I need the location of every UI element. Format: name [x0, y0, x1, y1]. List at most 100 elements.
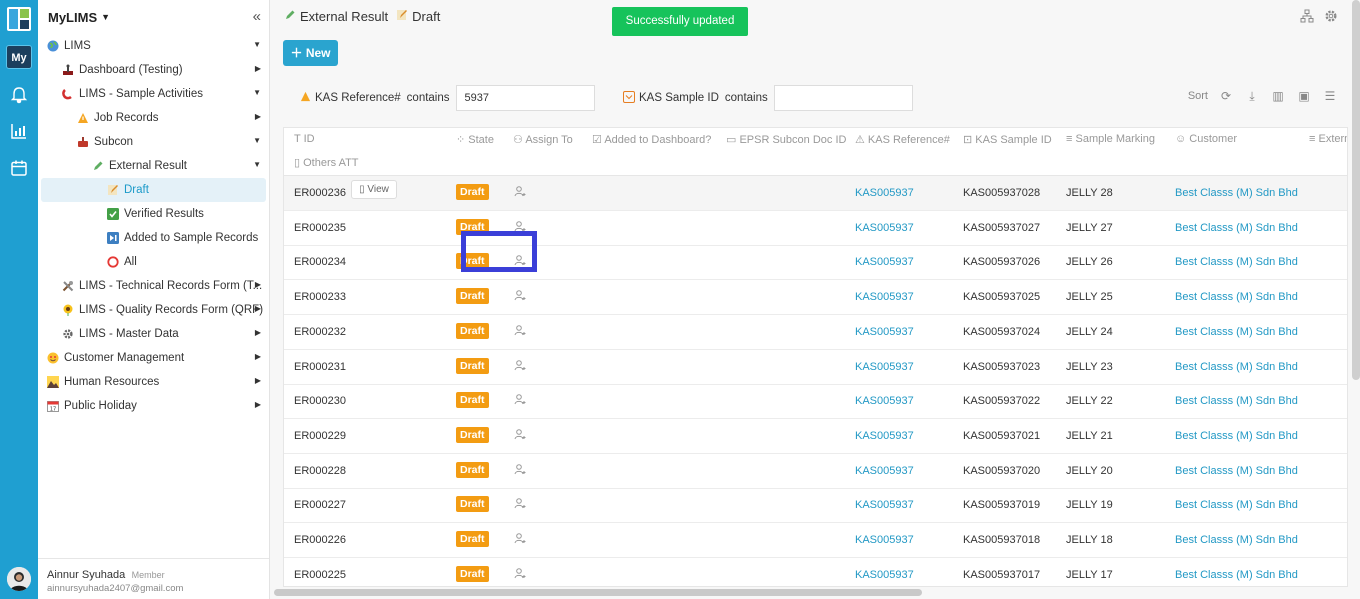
assign-user-icon[interactable]: [514, 289, 526, 301]
customer-link[interactable]: Best Classs (M) Sdn Bhd: [1175, 499, 1298, 511]
sidebar-item-all[interactable]: All: [38, 250, 269, 274]
kas-reference-link[interactable]: KAS005937: [855, 395, 914, 407]
table-row[interactable]: ER000234 Draft KAS005937 KAS005937026 JELLY …: [284, 245, 1347, 281]
table-row[interactable]: ER000228 Draft KAS005937 KAS005937020 JELLY …: [284, 454, 1347, 489]
kas-reference-link[interactable]: KAS005937: [855, 534, 914, 546]
download-icon[interactable]: ⤓: [1244, 89, 1260, 103]
column-header-kas-sample-id[interactable]: ⊡ KAS Sample ID: [963, 133, 1052, 146]
sidebar-item-dashboard-testing[interactable]: Dashboard (Testing) ▶: [38, 58, 269, 82]
sidebar-item-human-resources[interactable]: Human Resources ▶: [38, 370, 269, 394]
customer-link[interactable]: Best Classs (M) Sdn Bhd: [1175, 361, 1298, 373]
column-header-assign-to[interactable]: ⚇ Assign To: [513, 133, 573, 146]
sidebar-item-technical-records[interactable]: LIMS - Technical Records Form (T... ▶: [38, 274, 269, 298]
customer-link[interactable]: Best Classs (M) Sdn Bhd: [1175, 534, 1298, 546]
sidebar-item-draft[interactable]: Draft: [41, 178, 266, 202]
table-row[interactable]: ER000229 Draft KAS005937 KAS005937021 JELLY …: [284, 419, 1347, 454]
sidebar-item-quality-records[interactable]: LIMS - Quality Records Form (QRF) ▶: [38, 298, 269, 322]
customer-link[interactable]: Best Classs (M) Sdn Bhd: [1175, 569, 1298, 581]
customer-link[interactable]: Best Classs (M) Sdn Bhd: [1175, 465, 1298, 477]
sidebar-item-sample-activities[interactable]: LIMS - Sample Activities ▼: [38, 82, 269, 106]
column-header-others-att[interactable]: ▯ Others ATT: [294, 156, 359, 169]
filter-operator[interactable]: contains: [725, 92, 768, 104]
assign-user-icon[interactable]: [514, 220, 526, 232]
customer-link[interactable]: Best Classs (M) Sdn Bhd: [1175, 222, 1298, 234]
table-row[interactable]: ER000231 Draft KAS005937 KAS005937023 JELLY …: [284, 350, 1347, 385]
column-header-customer[interactable]: ☺ Customer: [1175, 133, 1237, 145]
column-header-added-to-dashboard[interactable]: ☑ Added to Dashboard?: [592, 133, 711, 146]
table-row[interactable]: ER000233 Draft KAS005937 KAS005937025 JELLY …: [284, 280, 1347, 316]
kas-reference-input[interactable]: 5937: [455, 85, 595, 111]
table-row[interactable]: ER000235 Draft KAS005937 KAS005937027 JELLY …: [284, 211, 1347, 246]
settings-gear-icon[interactable]: [1324, 9, 1338, 26]
assign-user-icon[interactable]: [514, 185, 526, 197]
sidebar-item-external-result[interactable]: External Result ▼: [38, 154, 269, 178]
column-header-sample-marking[interactable]: ≡ Sample Marking: [1066, 133, 1155, 145]
app-switcher[interactable]: MyLIMS ▼: [38, 0, 269, 34]
sidebar-item-added-to-sample-records[interactable]: Added to Sample Records: [38, 226, 269, 250]
sidebar-item-job-records[interactable]: Job Records ▶: [38, 106, 269, 130]
sidebar-item-verified-results[interactable]: Verified Results: [38, 202, 269, 226]
view-button[interactable]: ▯ View: [351, 180, 397, 199]
table-row[interactable]: ER000226 Draft KAS005937 KAS005937018 JELLY …: [284, 523, 1347, 558]
kas-reference-link[interactable]: KAS005937: [855, 499, 914, 511]
table-row[interactable]: ER000225 Draft KAS005937 KAS005937017 JELLY …: [284, 558, 1347, 586]
customer-link[interactable]: Best Classs (M) Sdn Bhd: [1175, 395, 1298, 407]
checklist-icon[interactable]: ☰: [1322, 89, 1338, 103]
customer-link[interactable]: Best Classs (M) Sdn Bhd: [1175, 187, 1298, 199]
customer-link[interactable]: Best Classs (M) Sdn Bhd: [1175, 430, 1298, 442]
sitemap-icon[interactable]: [1300, 9, 1314, 26]
kas-reference-link[interactable]: KAS005937: [855, 430, 914, 442]
assign-user-icon[interactable]: [514, 428, 526, 440]
column-header-id[interactable]: T ID: [294, 133, 315, 145]
sidebar-item-subcon[interactable]: Subcon ▼: [38, 130, 269, 154]
my-workspace-button[interactable]: My: [6, 45, 32, 69]
bell-icon[interactable]: [10, 86, 28, 104]
chart-view-icon[interactable]: ▥: [1270, 89, 1286, 103]
app-logo-icon[interactable]: [7, 7, 31, 31]
customer-link[interactable]: Best Classs (M) Sdn Bhd: [1175, 291, 1298, 303]
kas-reference-link[interactable]: KAS005937: [855, 569, 914, 581]
new-button[interactable]: ＋ New: [283, 40, 338, 66]
collapse-sidebar-icon[interactable]: «: [253, 8, 261, 25]
kas-reference-link[interactable]: KAS005937: [855, 291, 914, 303]
table-row[interactable]: ER000227 Draft KAS005937 KAS005937019 JELLY …: [284, 488, 1347, 524]
sidebar-item-public-holiday[interactable]: 17 Public Holiday ▶: [38, 394, 269, 418]
horizontal-scrollbar[interactable]: [274, 589, 922, 596]
assign-user-icon[interactable]: [514, 324, 526, 336]
kas-reference-link[interactable]: KAS005937: [855, 187, 914, 199]
kas-sample-id-input[interactable]: [773, 85, 913, 111]
table-row[interactable]: ER000232 Draft KAS005937 KAS005937024 JELLY …: [284, 315, 1347, 350]
sort-button[interactable]: Sort: [1188, 90, 1208, 102]
user-avatar[interactable]: [7, 567, 31, 591]
breadcrumb-external-result[interactable]: External Result: [300, 9, 388, 24]
calendar-add-icon[interactable]: ▣: [1296, 89, 1312, 103]
column-header-state[interactable]: ⁘ State: [456, 133, 494, 146]
assign-user-icon[interactable]: [514, 463, 526, 475]
table-row[interactable]: ER000230 Draft KAS005937 KAS005937022 JELLY …: [284, 384, 1347, 420]
customer-link[interactable]: Best Classs (M) Sdn Bhd: [1175, 326, 1298, 338]
kas-reference-link[interactable]: KAS005937: [855, 222, 914, 234]
calendar-icon[interactable]: [10, 159, 28, 177]
user-profile[interactable]: Ainnur Syuhada Member ainnursyuhada2407@…: [38, 558, 269, 599]
column-header-kas-reference[interactable]: ⚠ KAS Reference#: [855, 133, 950, 146]
table-row[interactable]: ER000236 ▯ View Draft KAS005937 KAS005937028…: [284, 176, 1347, 211]
kas-reference-link[interactable]: KAS005937: [855, 465, 914, 477]
vertical-scrollbar[interactable]: [1352, 0, 1360, 380]
kas-reference-link[interactable]: KAS005937: [855, 361, 914, 373]
assign-user-icon[interactable]: [514, 497, 526, 509]
filter-operator[interactable]: contains: [407, 92, 450, 104]
sidebar-item-master-data[interactable]: LIMS - Master Data ▶: [38, 322, 269, 346]
sidebar-item-customer-management[interactable]: Customer Management ▶: [38, 346, 269, 370]
assign-user-icon[interactable]: [514, 532, 526, 544]
column-header-epsr-doc-id[interactable]: ▭ EPSR Subcon Doc ID: [726, 133, 846, 146]
assign-user-icon[interactable]: [514, 567, 526, 579]
assign-user-icon[interactable]: [514, 359, 526, 371]
kas-reference-link[interactable]: KAS005937: [855, 256, 914, 268]
reports-chart-icon[interactable]: [10, 122, 28, 140]
refresh-icon[interactable]: ⟳: [1218, 89, 1234, 103]
kas-reference-link[interactable]: KAS005937: [855, 326, 914, 338]
customer-link[interactable]: Best Classs (M) Sdn Bhd: [1175, 256, 1298, 268]
column-header-extern[interactable]: ≡ Extern: [1309, 133, 1347, 145]
sidebar-item-lims[interactable]: LIMS ▼: [38, 34, 269, 58]
assign-user-icon[interactable]: [514, 393, 526, 405]
